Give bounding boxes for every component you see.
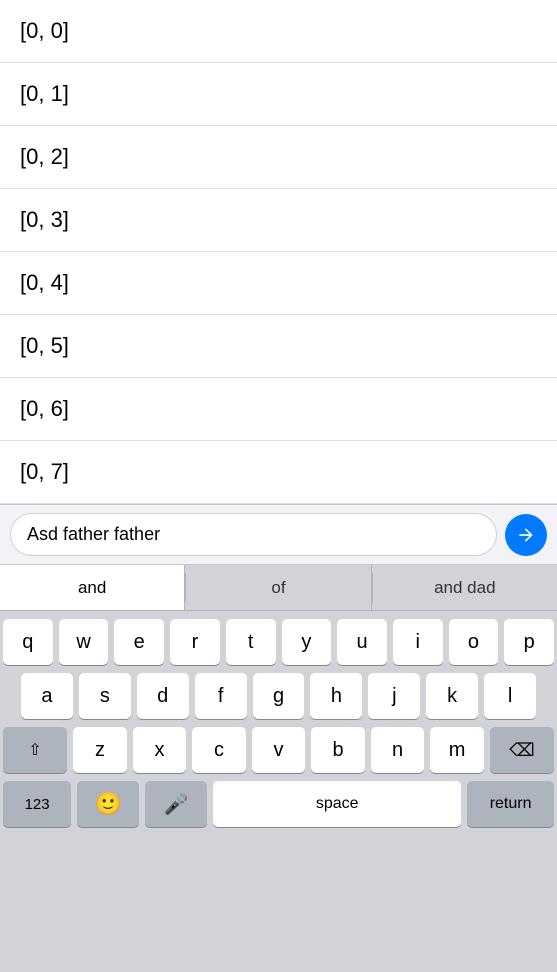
key-a[interactable]: a xyxy=(21,673,73,719)
key-n[interactable]: n xyxy=(371,727,425,773)
key-k[interactable]: k xyxy=(426,673,478,719)
list-item-4: [0, 4] xyxy=(0,252,557,315)
key-z[interactable]: z xyxy=(73,727,127,773)
shift-icon: ⇧ xyxy=(28,740,41,760)
list-item-3: [0, 3] xyxy=(0,189,557,252)
numbers-key[interactable]: 123 xyxy=(3,781,71,827)
key-e[interactable]: e xyxy=(114,619,164,665)
key-c[interactable]: c xyxy=(192,727,246,773)
autocomplete-item-1[interactable]: of xyxy=(186,565,371,610)
keyboard: q w e r t y u i o p a s d f g h j k l ⇧ … xyxy=(0,611,557,972)
key-b[interactable]: b xyxy=(311,727,365,773)
key-y[interactable]: y xyxy=(282,619,332,665)
key-row-4: 123 🙂 🎤 space return xyxy=(3,781,554,827)
key-f[interactable]: f xyxy=(195,673,247,719)
autocomplete-item-2[interactable]: and dad xyxy=(373,565,557,610)
delete-key[interactable]: ⌫ xyxy=(490,727,554,773)
shift-key[interactable]: ⇧ xyxy=(3,727,67,773)
key-i[interactable]: i xyxy=(393,619,443,665)
list-item-2: [0, 2] xyxy=(0,126,557,189)
key-r[interactable]: r xyxy=(170,619,220,665)
list-item-5: [0, 5] xyxy=(0,315,557,378)
list-item-6: [0, 6] xyxy=(0,378,557,441)
key-t[interactable]: t xyxy=(226,619,276,665)
space-key[interactable]: space xyxy=(213,781,461,827)
key-row-2: a s d f g h j k l xyxy=(3,673,554,719)
key-l[interactable]: l xyxy=(484,673,536,719)
key-g[interactable]: g xyxy=(253,673,305,719)
key-row-1: q w e r t y u i o p xyxy=(3,619,554,665)
emoji-key[interactable]: 🙂 xyxy=(77,781,139,827)
key-x[interactable]: x xyxy=(133,727,187,773)
key-p[interactable]: p xyxy=(504,619,554,665)
emoji-icon: 🙂 xyxy=(95,791,122,817)
send-icon xyxy=(516,525,536,545)
list-item-0: [0, 0] xyxy=(0,0,557,63)
mic-key[interactable]: 🎤 xyxy=(145,781,207,827)
mic-icon: 🎤 xyxy=(164,792,189,817)
text-input[interactable] xyxy=(10,513,497,556)
input-bar xyxy=(0,504,557,565)
key-o[interactable]: o xyxy=(449,619,499,665)
list-item-7: [0, 7] xyxy=(0,441,557,504)
key-j[interactable]: j xyxy=(368,673,420,719)
list-item-1: [0, 1] xyxy=(0,63,557,126)
autocomplete-bar: and of and dad xyxy=(0,565,557,611)
key-m[interactable]: m xyxy=(430,727,484,773)
autocomplete-item-0[interactable]: and xyxy=(0,565,185,610)
send-button[interactable] xyxy=(505,514,547,556)
list-area: [0, 0][0, 1][0, 2][0, 3][0, 4][0, 5][0, … xyxy=(0,0,557,504)
key-h[interactable]: h xyxy=(310,673,362,719)
key-q[interactable]: q xyxy=(3,619,53,665)
delete-icon: ⌫ xyxy=(509,740,534,761)
key-d[interactable]: d xyxy=(137,673,189,719)
return-key[interactable]: return xyxy=(467,781,554,827)
key-row-3: ⇧ z x c v b n m ⌫ xyxy=(3,727,554,773)
key-u[interactable]: u xyxy=(337,619,387,665)
key-w[interactable]: w xyxy=(59,619,109,665)
key-v[interactable]: v xyxy=(252,727,306,773)
key-s[interactable]: s xyxy=(79,673,131,719)
